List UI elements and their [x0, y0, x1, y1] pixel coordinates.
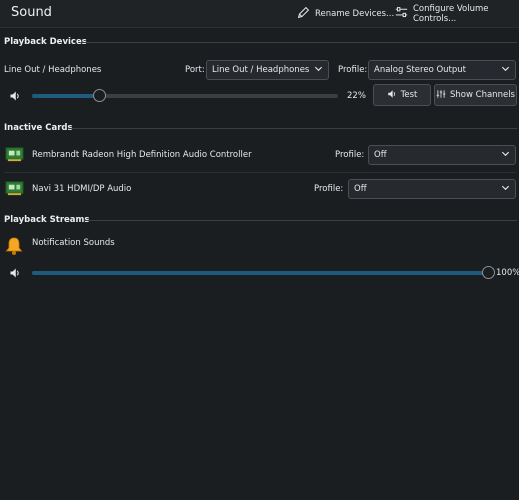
- device-volume-percent: 22%: [347, 91, 366, 101]
- chevron-down-icon: [501, 183, 510, 195]
- channels-icon: [436, 89, 446, 102]
- speaker-icon[interactable]: [9, 267, 21, 282]
- chevron-down-icon: [501, 64, 510, 76]
- device-name: Line Out / Headphones: [4, 65, 102, 75]
- port-label: Port:: [185, 65, 205, 75]
- stream-name: Notification Sounds: [32, 238, 115, 248]
- speaker-icon: [387, 89, 397, 102]
- sound-window: Sound Rename Devices... Configure Volume…: [0, 0, 519, 500]
- playback-devices-divider: [84, 42, 517, 43]
- rename-devices-button[interactable]: Rename Devices...: [297, 4, 394, 24]
- rename-devices-label: Rename Devices...: [315, 9, 395, 19]
- card-name: Navi 31 HDMI/DP Audio: [32, 184, 132, 194]
- playback-streams-divider: [84, 220, 517, 221]
- sliders-icon: [395, 6, 408, 22]
- stream-volume-slider[interactable]: [32, 266, 495, 279]
- chevron-down-icon: [501, 149, 510, 161]
- profile-value: Analog Stereo Output: [374, 65, 466, 75]
- window-title: Sound: [11, 5, 52, 20]
- card-name: Rembrandt Radeon High Definition Audio C…: [32, 150, 252, 160]
- bell-icon: [4, 236, 24, 259]
- show-channels-label: Show Channels: [450, 90, 515, 100]
- port-value: Line Out / Headphones: [212, 65, 310, 75]
- card-profile-value: Off: [374, 150, 387, 160]
- inactive-cards-divider: [70, 128, 517, 129]
- speaker-icon[interactable]: [9, 90, 21, 105]
- stream-volume-percent: 100%: [496, 268, 519, 278]
- show-channels-button[interactable]: Show Channels: [434, 84, 517, 106]
- pencil-icon: [297, 6, 310, 22]
- playback-streams-heading: Playback Streams: [4, 215, 90, 225]
- card-profile-value: Off: [354, 184, 367, 194]
- profile-select[interactable]: Analog Stereo Output: [368, 60, 516, 80]
- chevron-down-icon: [314, 64, 323, 76]
- card-profile-label: Profile:: [314, 184, 344, 194]
- card-profile-select[interactable]: Off: [348, 179, 516, 199]
- configure-volume-controls-button[interactable]: Configure Volume Controls...: [395, 4, 519, 24]
- stream-volume-fill: [32, 271, 488, 275]
- sound-card-icon: [5, 180, 24, 200]
- inactive-cards-heading: Inactive Cards: [4, 123, 73, 133]
- card-profile-label: Profile:: [335, 150, 365, 160]
- stream-volume-handle[interactable]: [481, 266, 495, 279]
- configure-volume-controls-label: Configure Volume Controls...: [413, 4, 489, 24]
- playback-devices-heading: Playback Devices: [4, 37, 87, 47]
- sound-card-icon: [5, 146, 24, 166]
- port-select[interactable]: Line Out / Headphones: [206, 60, 329, 80]
- test-button[interactable]: Test: [373, 84, 431, 106]
- device-volume-slider[interactable]: [32, 89, 338, 102]
- card-profile-select[interactable]: Off: [368, 145, 516, 165]
- profile-label: Profile:: [338, 65, 368, 75]
- test-label: Test: [400, 90, 418, 100]
- card-divider: [4, 172, 516, 173]
- device-volume-fill: [32, 94, 100, 98]
- title-bar: Sound Rename Devices... Configure Volume…: [0, 0, 519, 28]
- device-volume-handle[interactable]: [92, 89, 106, 102]
